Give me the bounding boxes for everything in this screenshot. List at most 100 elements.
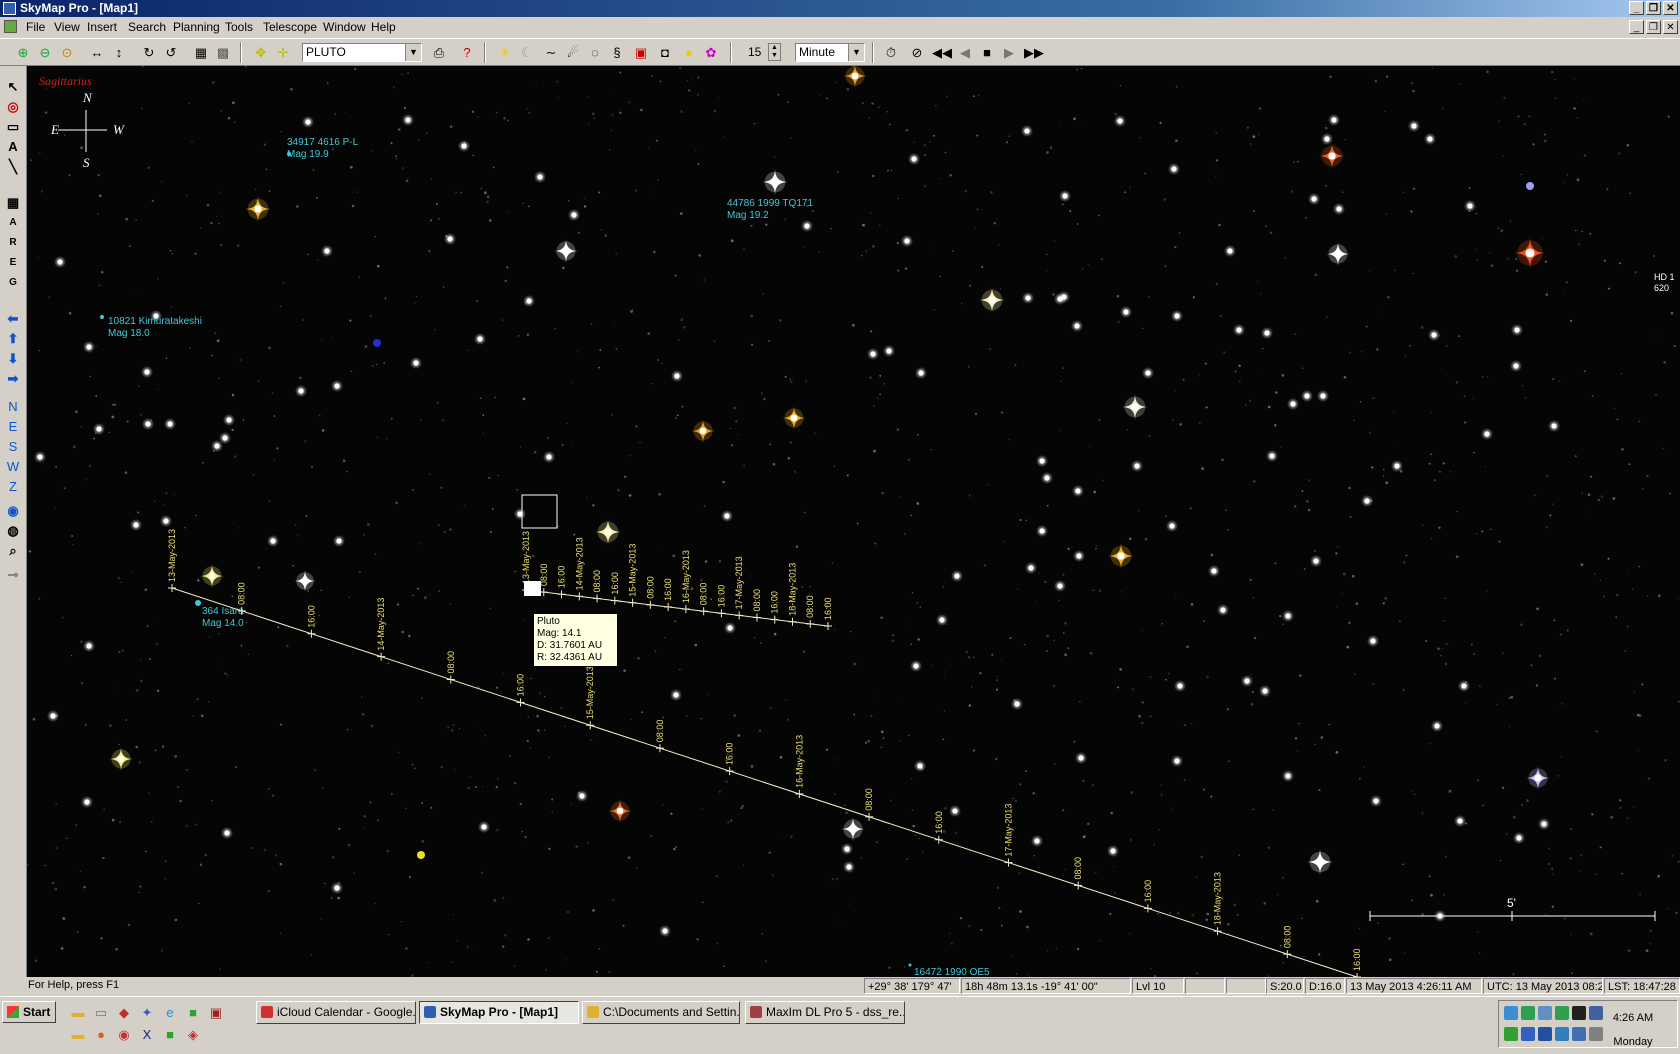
task-button-explorer[interactable]: C:\Documents and Settin...	[582, 1001, 740, 1024]
target-icon[interactable]: ◎	[3, 98, 23, 116]
app-tray-icon[interactable]	[1538, 1006, 1552, 1020]
filter-g-button[interactable]: G	[3, 274, 23, 292]
folder-icon[interactable]: ▬	[70, 1005, 86, 1021]
bright-star[interactable]	[1307, 849, 1333, 875]
bright-star[interactable]	[691, 419, 715, 443]
skymap-icon[interactable]: ✦	[139, 1005, 155, 1021]
step-back-icon[interactable]: ◀	[956, 44, 974, 61]
line-icon[interactable]: ╲	[3, 158, 23, 176]
mdi-minimize-button[interactable]: _	[1629, 20, 1644, 34]
bright-star[interactable]	[1108, 543, 1134, 569]
minimize-button[interactable]: _	[1629, 1, 1644, 15]
volume-icon[interactable]	[1589, 1027, 1603, 1041]
star-map-canvas[interactable]: Sagittarius N S E W 34917 4616 P-L Mag 1…	[27, 66, 1680, 977]
bright-star[interactable]	[841, 817, 865, 841]
app-icon[interactable]: ■	[162, 1027, 178, 1043]
restore-button[interactable]: ❐	[1646, 1, 1661, 15]
rectangle-icon[interactable]: ▭	[3, 118, 23, 136]
arrow-up-icon[interactable]: ⬆	[3, 330, 23, 348]
app-tray-icon[interactable]	[1538, 1027, 1552, 1041]
zoom-fit-icon[interactable]: ⊙	[58, 44, 76, 61]
chevron-down-icon[interactable]: ▼	[848, 44, 864, 61]
pointer-icon[interactable]: ↖	[3, 78, 23, 96]
spiral-icon[interactable]: §	[608, 44, 626, 61]
menu-file[interactable]: File	[26, 20, 45, 34]
browser-icon[interactable]: e	[162, 1005, 178, 1021]
pluto-marker[interactable]	[524, 581, 541, 596]
rotate-ccw-icon[interactable]: ↺	[162, 44, 180, 61]
asteroid-icon[interactable]: ☄	[564, 44, 582, 61]
expand-v-icon[interactable]: ↕	[110, 44, 128, 61]
center-icon[interactable]: ✛	[274, 44, 292, 61]
bright-star[interactable]	[1526, 766, 1550, 790]
zoom-out-icon[interactable]: ⊖	[36, 44, 54, 61]
menu-telescope[interactable]: Telescope	[263, 20, 317, 34]
bright-star[interactable]	[782, 406, 806, 430]
document-icon[interactable]	[4, 20, 17, 33]
sun-icon[interactable]: ☀	[496, 44, 514, 61]
app-tray-icon[interactable]	[1572, 1006, 1586, 1020]
star-map[interactable]: Sagittarius N S E W 34917 4616 P-L Mag 1…	[27, 66, 1680, 977]
asteroid-marker[interactable]	[195, 600, 201, 606]
rewind-icon[interactable]: ◀◀	[932, 44, 952, 61]
bright-star[interactable]	[1514, 237, 1546, 269]
object-label[interactable]: 364 Isara	[202, 606, 244, 617]
network-icon[interactable]	[1504, 1006, 1518, 1020]
app-tray-icon[interactable]	[1555, 1027, 1569, 1041]
menu-help[interactable]: Help	[371, 20, 396, 34]
asteroid-marker[interactable]	[100, 315, 104, 319]
link-icon[interactable]: ⊘	[908, 44, 926, 61]
step-value[interactable]: 15 ▲ ▼	[742, 43, 782, 62]
chrome-icon[interactable]: ◉	[116, 1027, 132, 1043]
bright-star[interactable]	[200, 564, 224, 588]
compass-icon[interactable]: ◍	[3, 522, 23, 540]
app-tray-icon[interactable]	[1521, 1006, 1535, 1020]
bright-star[interactable]	[595, 519, 621, 545]
app-tray-icon[interactable]	[1555, 1006, 1569, 1020]
menu-insert[interactable]: Insert	[87, 20, 117, 34]
app-tray-icon[interactable]	[1504, 1027, 1518, 1041]
print-icon[interactable]: ⎙	[430, 44, 448, 61]
planet-marker[interactable]	[1526, 182, 1534, 190]
search-zoom-icon[interactable]: ⌕	[3, 542, 23, 560]
planet-icon[interactable]: ◌	[586, 44, 604, 61]
camera-icon[interactable]: ◘	[656, 44, 674, 61]
menu-tools[interactable]: Tools	[225, 20, 253, 34]
planet-marker[interactable]	[417, 851, 425, 859]
orient-north-button[interactable]: N	[3, 398, 23, 416]
app-icon[interactable]: ◆	[116, 1005, 132, 1021]
object-label[interactable]: 34917 4616 P-L	[287, 137, 359, 148]
app-icon[interactable]: X	[139, 1027, 155, 1043]
arrow-down-icon[interactable]: ⬇	[3, 350, 23, 368]
spin-arrows-icon[interactable]: ▲ ▼	[768, 43, 781, 61]
help-pointer-icon[interactable]: ?	[458, 44, 476, 61]
field-of-view-box[interactable]	[521, 494, 558, 529]
chevron-down-icon[interactable]: ▼	[405, 44, 421, 61]
crosshair-icon[interactable]: ✥	[252, 44, 270, 61]
object-label[interactable]: 16472 1990 OE5	[914, 967, 990, 977]
object-select[interactable]: PLUTO ▼	[302, 43, 422, 62]
orient-south-button[interactable]: S	[3, 438, 23, 456]
menu-view[interactable]: View	[54, 20, 80, 34]
start-button[interactable]: Start	[2, 1001, 56, 1023]
step-unit-select[interactable]: Minute ▼	[795, 43, 865, 62]
arrow-right-icon[interactable]: ➡	[3, 370, 23, 388]
bright-star[interactable]	[245, 196, 271, 222]
filter-r-button[interactable]: R	[3, 234, 23, 252]
app-tray-icon[interactable]	[1589, 1006, 1603, 1020]
bright-star[interactable]	[1326, 242, 1350, 266]
drive-icon[interactable]: ▭	[93, 1005, 109, 1021]
color-icon[interactable]: ✿	[702, 44, 720, 61]
clock[interactable]: 4:26 AM Monday	[1603, 1006, 1663, 1054]
mdi-close-button[interactable]: ✕	[1663, 20, 1678, 34]
rotate-cw-icon[interactable]: ↻	[140, 44, 158, 61]
key-icon[interactable]: ⊸	[3, 566, 23, 584]
app-tray-icon[interactable]	[1572, 1027, 1586, 1041]
grid-icon[interactable]: ▦	[3, 194, 23, 212]
moon-icon[interactable]: ☾	[518, 44, 536, 61]
firefox-icon[interactable]: ●	[93, 1027, 109, 1043]
task-button-calendar[interactable]: iCloud Calendar - Google...	[256, 1001, 416, 1024]
zoom-in-icon[interactable]: ⊕	[14, 44, 32, 61]
object-label[interactable]: 44786 1999 TQ171	[727, 198, 813, 209]
expand-h-icon[interactable]: ↔	[88, 44, 106, 61]
